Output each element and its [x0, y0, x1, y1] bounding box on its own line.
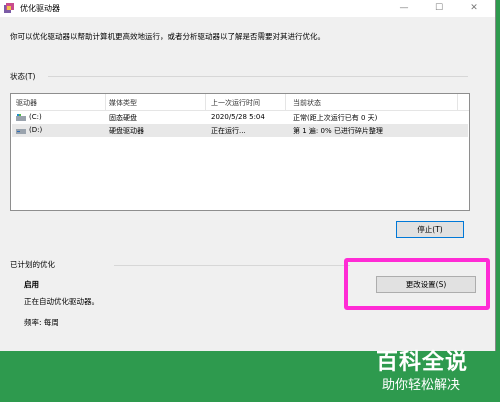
list-header: 驱动器 媒体类型 上一次运行时间 当前状态	[11, 94, 469, 111]
column-separator	[457, 94, 458, 110]
media-type: 固态硬盘	[109, 114, 137, 122]
drive-name: (C:)	[29, 113, 42, 121]
schedule-state: 启用	[24, 280, 39, 289]
status-divider	[48, 76, 468, 77]
window-title: 优化驱动器	[20, 4, 60, 13]
drives-list[interactable]: 驱动器 媒体类型 上一次运行时间 当前状态 (C:) 固态硬盘 2020/5/2…	[10, 93, 470, 211]
column-header-drive[interactable]: 驱动器	[16, 98, 37, 108]
status-section-label: 状态(T)	[10, 72, 36, 81]
last-run-time: 2020/5/28 5:04	[211, 113, 265, 121]
current-status: 正常(距上次运行已有 0 天)	[293, 114, 378, 122]
schedule-description: 正在自动优化驱动器。	[24, 297, 99, 306]
drive-name: (D:)	[29, 126, 43, 134]
system-drive-icon	[16, 114, 26, 121]
current-status: 第 1 遍: 0% 已进行碎片整理	[293, 127, 383, 135]
hard-drive-icon	[16, 129, 26, 134]
watermark-title: 百科全说	[376, 350, 469, 375]
scheduled-divider	[114, 265, 350, 266]
stop-button[interactable]: 停止(T)	[396, 221, 464, 238]
column-header-current-status[interactable]: 当前状态	[293, 98, 321, 108]
title-bar: 优化驱动器 — ☐ ✕	[0, 0, 495, 17]
column-header-last-run[interactable]: 上一次运行时间	[211, 98, 260, 108]
minimize-button[interactable]: —	[390, 0, 418, 17]
media-type: 硬盘驱动器	[109, 127, 144, 135]
watermark-subtitle: 助你轻松解决	[382, 378, 461, 393]
watermark-logo: 百科全说 助你轻松解决	[370, 344, 494, 400]
maximize-button[interactable]: ☐	[425, 0, 453, 17]
highlight-box	[344, 258, 490, 310]
schedule-frequency: 频率: 每周	[24, 318, 59, 327]
column-separator	[285, 94, 286, 110]
close-button[interactable]: ✕	[460, 0, 488, 17]
defrag-app-icon	[4, 3, 14, 13]
drive-row-c[interactable]: (C:) 固态硬盘 2020/5/28 5:04 正常(距上次运行已有 0 天)	[12, 111, 468, 124]
drive-row-d[interactable]: (D:) 硬盘驱动器 正在运行... 第 1 遍: 0% 已进行碎片整理	[12, 124, 468, 137]
column-separator	[105, 94, 106, 110]
window-description: 你可以优化驱动器以帮助计算机更高效地运行，或者分析驱动器以了解是否需要对其进行优…	[10, 32, 325, 41]
last-run-time: 正在运行...	[211, 127, 246, 135]
column-separator	[205, 94, 206, 110]
column-header-media-type[interactable]: 媒体类型	[109, 98, 137, 108]
scheduled-section-label: 已计划的优化	[10, 260, 55, 269]
